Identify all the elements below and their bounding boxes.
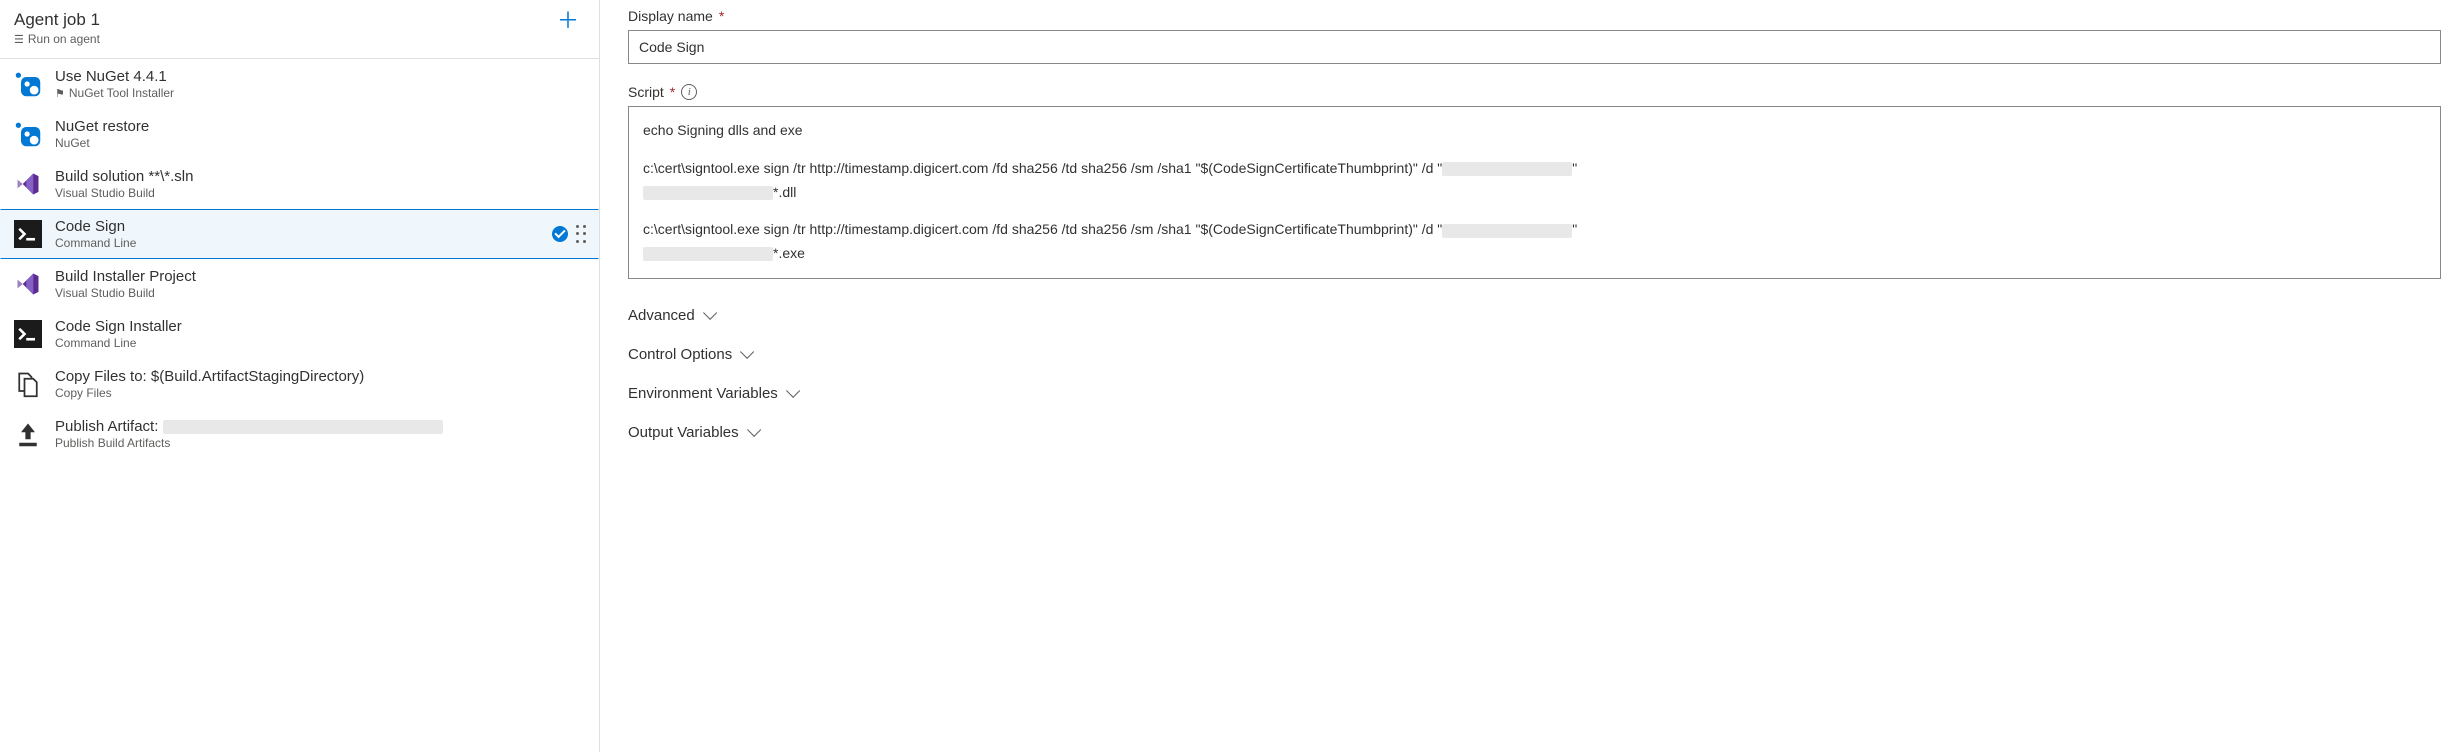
chevron-down-icon: [740, 345, 754, 359]
list-icon: ☰: [14, 33, 24, 46]
chevron-down-icon: [786, 384, 800, 398]
job-title: Agent job 1: [14, 10, 100, 30]
nuget-icon: [13, 69, 43, 99]
task-subtitle: Command Line: [55, 236, 540, 250]
redacted-text: [1442, 162, 1572, 176]
visual-studio-icon: [13, 169, 43, 199]
flag-icon: ⚑: [55, 87, 65, 100]
chevron-down-icon: [747, 423, 761, 437]
redacted-text: [1442, 224, 1572, 238]
drag-handle-icon[interactable]: [576, 225, 586, 243]
job-subtitle: ☰ Run on agent: [14, 32, 100, 46]
script-input[interactable]: echo Signing dlls and exe c:\cert\signto…: [628, 106, 2441, 279]
task-title: Code Sign: [55, 218, 540, 235]
display-name-field: Display name*: [628, 8, 2441, 64]
display-name-label: Display name*: [628, 8, 2441, 24]
task-row-copy-files[interactable]: Copy Files to: $(Build.ArtifactStagingDi…: [0, 359, 599, 409]
command-line-icon: [13, 219, 43, 249]
add-task-button[interactable]: ＋: [553, 10, 583, 32]
task-row-use-nuget[interactable]: Use NuGet 4.4.1 ⚑ NuGet Tool Installer: [0, 59, 599, 109]
task-row-nuget-restore[interactable]: NuGet restore NuGet: [0, 109, 599, 159]
task-row-build-solution[interactable]: Build solution **\*.sln Visual Studio Bu…: [0, 159, 599, 209]
task-subtitle: ⚑ NuGet Tool Installer: [55, 86, 586, 100]
script-label: Script* i: [628, 84, 2441, 100]
task-title: NuGet restore: [55, 118, 586, 135]
output-variables-section-toggle[interactable]: Output Variables: [628, 416, 2441, 449]
publish-icon: [13, 419, 43, 449]
task-title: Use NuGet 4.4.1: [55, 68, 586, 85]
task-title: Build solution **\*.sln: [55, 168, 586, 185]
task-list-pane: Agent job 1 ☰ Run on agent ＋ Use NuGet 4…: [0, 0, 600, 752]
task-subtitle: NuGet: [55, 136, 586, 150]
control-options-section-toggle[interactable]: Control Options: [628, 338, 2441, 371]
redacted-text: [163, 420, 443, 434]
task-row-code-sign-installer[interactable]: Code Sign Installer Command Line: [0, 309, 599, 359]
task-subtitle: Visual Studio Build: [55, 286, 586, 300]
task-title: Build Installer Project: [55, 268, 586, 285]
task-subtitle: Visual Studio Build: [55, 186, 586, 200]
task-title: Copy Files to: $(Build.ArtifactStagingDi…: [55, 368, 586, 385]
task-subtitle: Publish Build Artifacts: [55, 436, 586, 450]
checkmark-icon: [552, 226, 568, 242]
command-line-icon: [13, 319, 43, 349]
task-row-publish-artifact[interactable]: Publish Artifact: Publish Build Artifact…: [0, 409, 599, 459]
redacted-text: [643, 247, 773, 261]
task-status-badge: [552, 225, 586, 243]
redacted-text: [643, 186, 773, 200]
task-title: Code Sign Installer: [55, 318, 586, 335]
task-subtitle: Copy Files: [55, 386, 586, 400]
task-row-code-sign[interactable]: Code Sign Command Line: [0, 209, 599, 259]
advanced-section-toggle[interactable]: Advanced: [628, 299, 2441, 332]
display-name-input[interactable]: [628, 30, 2441, 64]
task-list: Use NuGet 4.4.1 ⚑ NuGet Tool Installer N…: [0, 59, 599, 459]
chevron-down-icon: [703, 306, 717, 320]
env-variables-section-toggle[interactable]: Environment Variables: [628, 377, 2441, 410]
nuget-icon: [13, 119, 43, 149]
task-detail-pane: Display name* Script* i echo Signing dll…: [600, 0, 2441, 752]
task-subtitle: Command Line: [55, 336, 586, 350]
visual-studio-icon: [13, 269, 43, 299]
copy-files-icon: [13, 369, 43, 399]
task-title: Publish Artifact:: [55, 418, 586, 435]
script-field: Script* i echo Signing dlls and exe c:\c…: [628, 84, 2441, 279]
task-row-build-installer[interactable]: Build Installer Project Visual Studio Bu…: [0, 259, 599, 309]
info-icon[interactable]: i: [681, 84, 697, 100]
job-header[interactable]: Agent job 1 ☰ Run on agent ＋: [0, 0, 599, 59]
